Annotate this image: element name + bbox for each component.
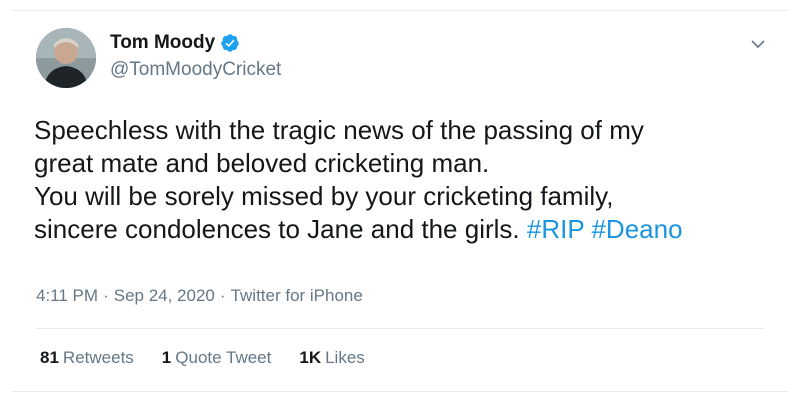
tweet-stats: 81 Retweets 1 Quote Tweet 1K Likes — [40, 348, 393, 368]
likes-stat[interactable]: 1K Likes — [299, 348, 364, 368]
tweet-text-line-3: You will be sorely missed by your cricke… — [34, 181, 614, 211]
author-handle[interactable]: @TomMoodyCricket — [110, 59, 281, 81]
likes-count: 1K — [299, 348, 322, 367]
verified-badge-icon — [221, 34, 239, 52]
tweet-text-line-1: Speechless with the tragic news of the p… — [34, 115, 644, 145]
quote-tweets-stat[interactable]: 1 Quote Tweet — [162, 348, 272, 368]
author-display-name[interactable]: Tom Moody — [110, 32, 215, 54]
quote-tweets-count: 1 — [161, 348, 172, 367]
top-divider — [12, 10, 788, 11]
hashtag-deano-link[interactable]: #Deano — [591, 214, 682, 244]
retweets-stat[interactable]: 81 Retweets — [40, 348, 134, 368]
chevron-down-icon[interactable] — [748, 34, 768, 54]
tweet-text-line-4-text: sincere condolences to Jane and the girl… — [34, 214, 520, 244]
bottom-divider — [12, 391, 788, 392]
retweets-label: Retweets — [62, 348, 134, 367]
meta-separator: · — [219, 286, 226, 305]
tweet-date[interactable]: Sep 24, 2020 — [114, 286, 215, 305]
tweet-time[interactable]: 4:11 PM — [36, 286, 98, 305]
author-name-row: Tom Moody — [110, 32, 240, 54]
stats-divider — [36, 328, 764, 329]
tweet-meta: 4:11 PM · Sep 24, 2020 · Twitter for iPhone — [36, 286, 363, 306]
meta-separator: · — [103, 286, 109, 305]
avatar[interactable] — [36, 28, 96, 88]
tweet-card: Tom Moody @TomMoodyCricket Speechless wi… — [0, 0, 800, 400]
tweet-text-line-2: great mate and beloved cricketing man. — [34, 148, 490, 178]
tweet-source[interactable]: Twitter for iPhone — [231, 286, 363, 305]
tweet-text-line-4: sincere condolences to Jane and the girl… — [34, 213, 774, 246]
likes-label: Likes — [325, 348, 365, 367]
hashtag-rip-link[interactable]: #RIP — [527, 214, 584, 244]
quote-tweets-label: Quote Tweet — [175, 348, 272, 367]
retweets-count: 81 — [40, 348, 59, 367]
tweet-text: Speechless with the tragic news of the p… — [34, 114, 774, 246]
